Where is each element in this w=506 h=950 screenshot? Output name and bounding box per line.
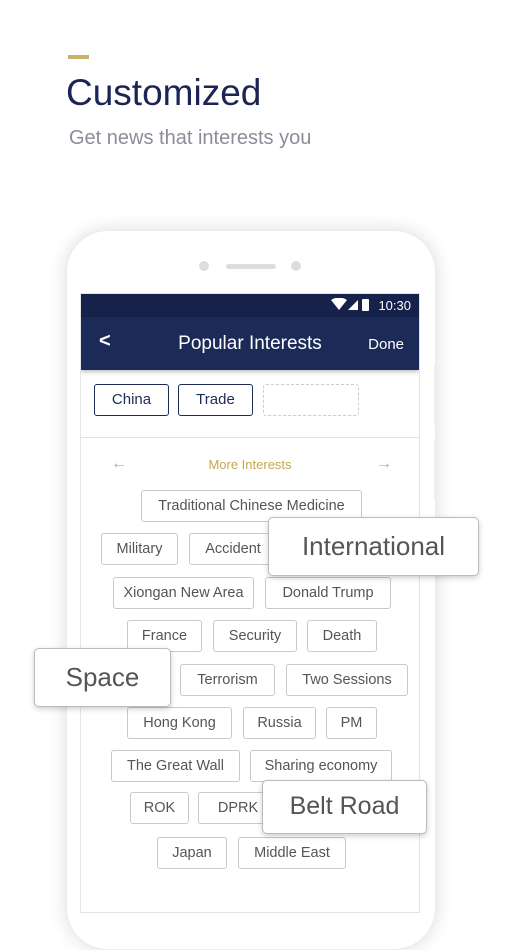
interest-tag[interactable]: Security xyxy=(213,620,297,652)
page-title: Customized xyxy=(66,72,262,113)
empty-slot[interactable] xyxy=(263,384,359,416)
interest-tag[interactable]: ROK xyxy=(130,792,189,824)
interest-tag[interactable]: Military xyxy=(101,533,178,565)
selected-tag[interactable]: China xyxy=(94,384,169,416)
interest-tag[interactable]: Russia xyxy=(243,707,316,739)
interest-tag[interactable]: Terrorism xyxy=(180,664,275,696)
phone-camera xyxy=(291,261,301,271)
page-subtitle: Get news that interests you xyxy=(69,127,312,149)
floating-tag-international[interactable]: International xyxy=(268,517,479,576)
interest-tag[interactable]: Xiongan New Area xyxy=(113,577,254,609)
interest-tag[interactable]: Sharing economy xyxy=(250,750,392,782)
interest-tag[interactable]: Two Sessions xyxy=(286,664,408,696)
phone-sensor xyxy=(199,261,209,271)
interest-tag[interactable]: Donald Trump xyxy=(265,577,391,609)
done-button[interactable]: Done xyxy=(368,336,404,353)
phone-speaker xyxy=(226,264,276,269)
phone-side-button xyxy=(434,365,438,425)
interest-tag[interactable]: Accident xyxy=(189,533,277,565)
selected-tag[interactable]: Trade xyxy=(178,384,253,416)
floating-tag-space[interactable]: Space xyxy=(34,648,171,707)
app-bar: < Popular Interests Done xyxy=(81,317,419,370)
interest-tag[interactable]: Japan xyxy=(157,837,227,869)
wifi-signal-battery-icons xyxy=(331,298,369,311)
interest-tag[interactable]: Middle East xyxy=(238,837,346,869)
status-time: 10:30 xyxy=(378,298,411,313)
divider xyxy=(81,437,419,438)
interest-tag[interactable]: Hong Kong xyxy=(127,707,232,739)
phone-side-button xyxy=(434,440,438,500)
interest-tag[interactable]: PM xyxy=(326,707,377,739)
more-interests-label: More Interests xyxy=(208,457,292,472)
interest-tag[interactable]: Death xyxy=(307,620,377,652)
interest-tag[interactable]: The Great Wall xyxy=(111,750,240,782)
accent-bar xyxy=(68,55,89,59)
status-bar: 10:30 xyxy=(81,294,419,317)
next-arrow-icon[interactable]: → xyxy=(376,455,392,473)
floating-tag-belt-road[interactable]: Belt Road xyxy=(262,780,427,834)
